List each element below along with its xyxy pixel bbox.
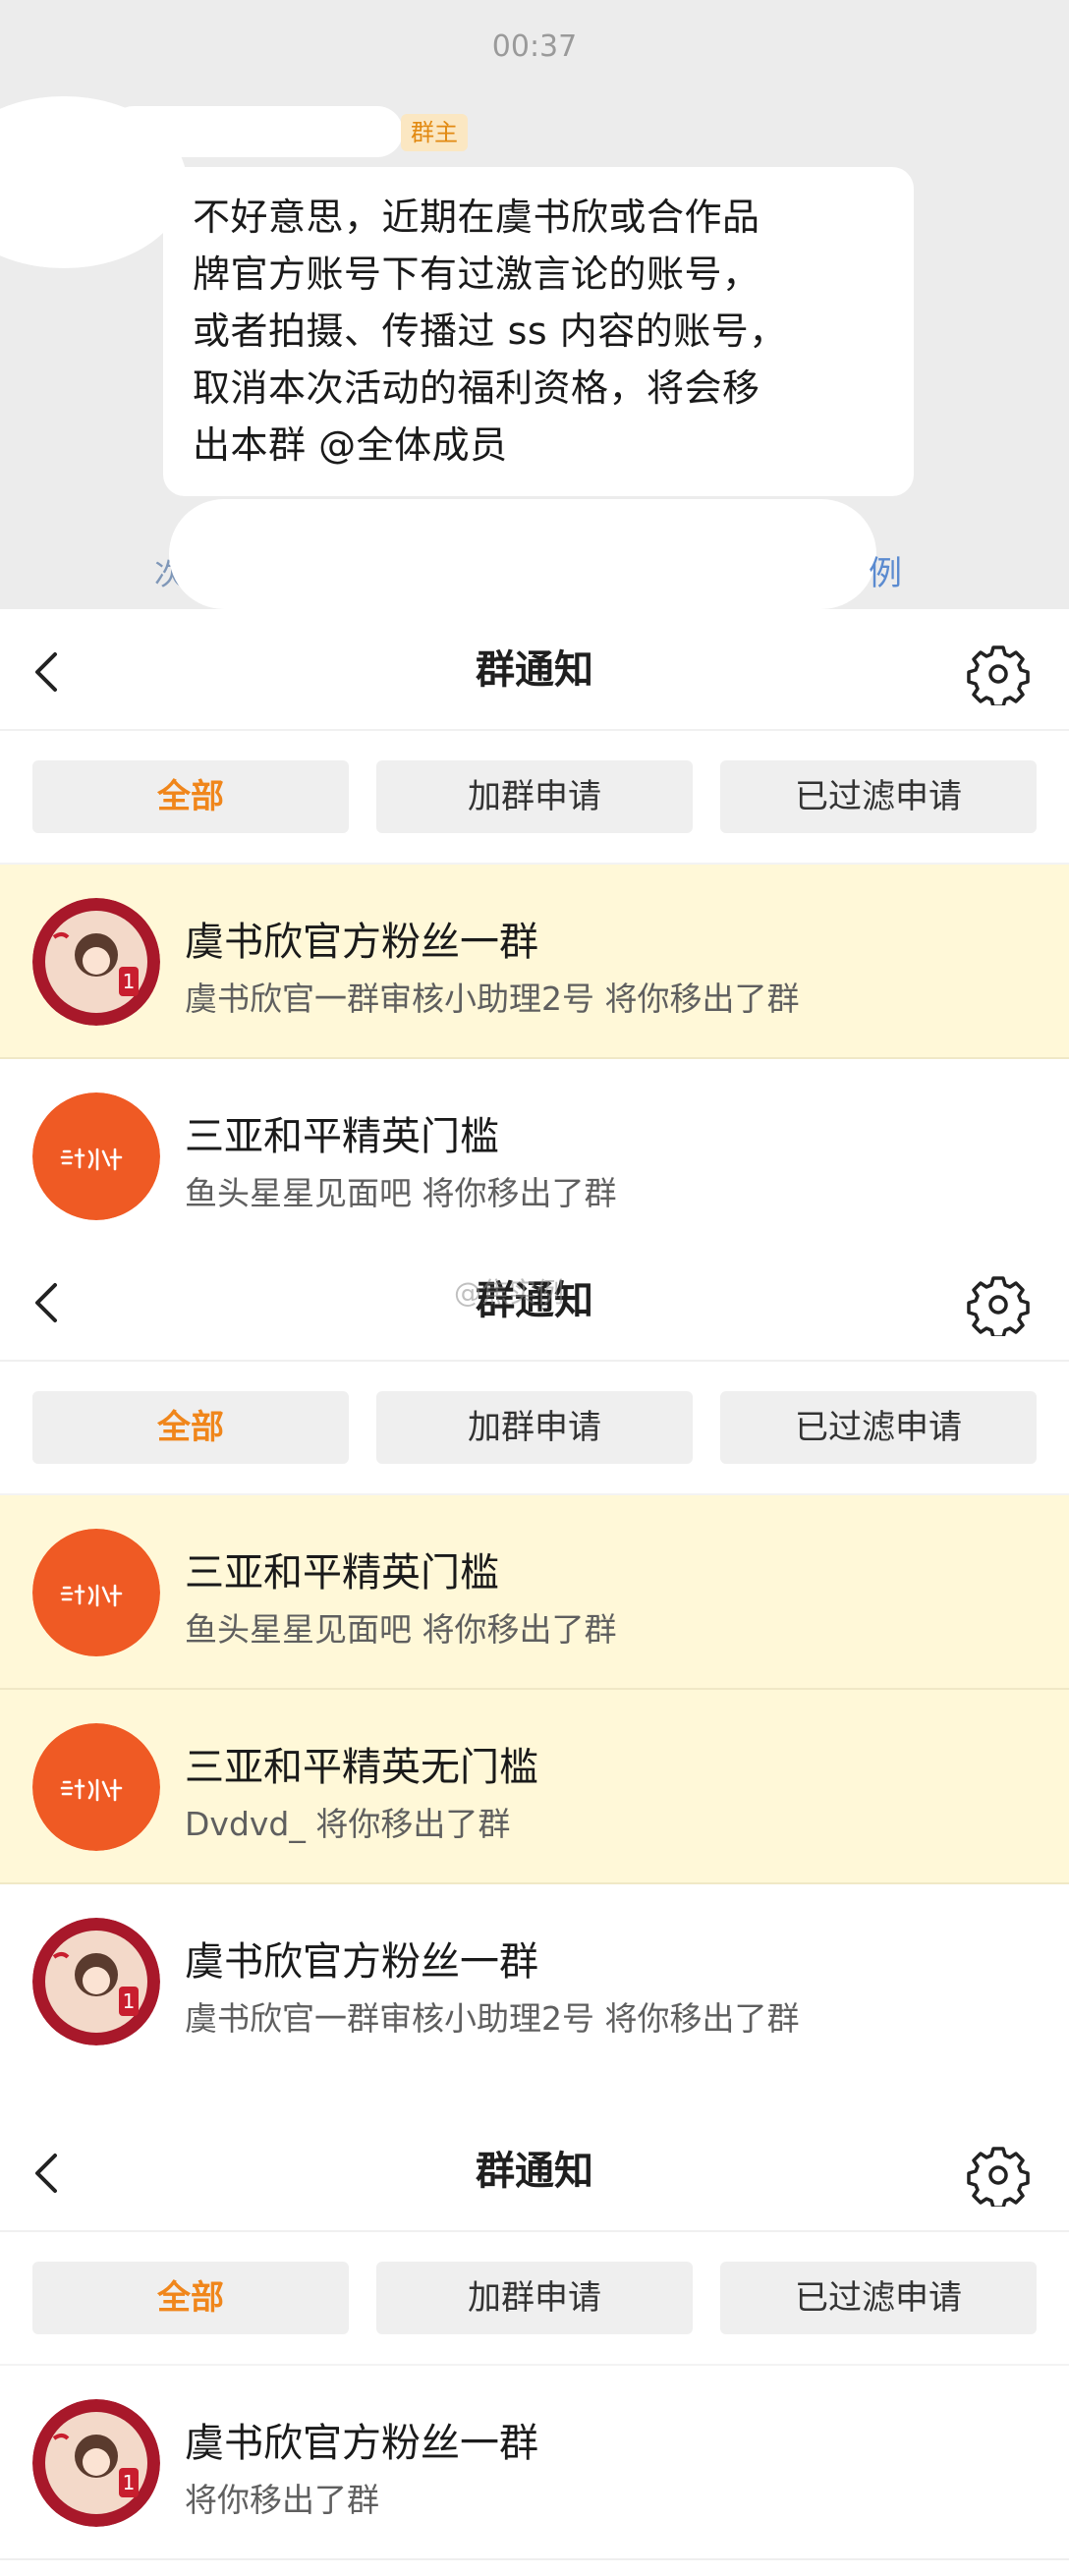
group-name: 虞书欣官方粉丝一群	[185, 2421, 538, 2466]
nav-bar: 群通知	[0, 609, 1069, 731]
page-title: 群通知	[476, 647, 593, 693]
notice-detail: 虞书欣官一群审核小助理2号 将你移出了群	[185, 1999, 800, 2038]
tab-all[interactable]: 全部	[32, 1391, 349, 1464]
yu-avatar-icon: 1	[32, 1918, 160, 2045]
group-name: 三亚和平精英门槛	[185, 1550, 499, 1596]
notice-item[interactable]: 1 虞书欣官方粉丝一群 虞书欣官一群审核小助理2号 将你移出了群	[0, 865, 1069, 1059]
tab-join-requests[interactable]: 加群申请	[376, 760, 693, 833]
notice-item[interactable]: 三亚和平精英门槛 鱼头星星见面吧 将你移出了群	[0, 1059, 1069, 1226]
group-name: 三亚和平精英无门槛	[185, 1745, 538, 1790]
tab-join-requests[interactable]: 加群申请	[376, 1391, 693, 1464]
message-line: 不好意思，近期在虞书欣或合作品	[193, 196, 760, 239]
chat-screen: 00:37 群主 不好意思，近期在虞书欣或合作品 牌官方账号下有过激言论的账号，…	[0, 0, 1069, 609]
back-chevron-icon[interactable]	[24, 2150, 71, 2197]
owner-badge: 群主	[401, 114, 468, 151]
orange-logo-icon	[32, 1092, 160, 1220]
screenshot-collage: 00:37 群主 不好意思，近期在虞书欣或合作品 牌官方账号下有过激言论的账号，…	[0, 0, 1069, 2576]
message-bubble[interactable]: 不好意思，近期在虞书欣或合作品 牌官方账号下有过激言论的账号， 或者拍摄、传播过…	[163, 167, 914, 496]
group-notice-panel-3: 群通知 全部 加群申请 已过滤申请 1 虞书欣官方粉丝一群 将你移出了群	[0, 2110, 1069, 2576]
notice-detail: Dvdvd_ 将你移出了群	[185, 1805, 511, 1843]
back-chevron-icon[interactable]	[24, 1279, 71, 1326]
svg-text:1: 1	[123, 2471, 136, 2494]
back-chevron-icon[interactable]	[24, 648, 71, 696]
message-line: 出本群 @全体成员	[193, 423, 508, 467]
clipped-link-right[interactable]: 例	[869, 546, 902, 594]
group-name: 虞书欣官方粉丝一群	[185, 920, 538, 965]
notice-item[interactable]: 1 虞书欣官方粉丝一群 将你移出了群	[0, 2366, 1069, 2560]
message-line: 或者拍摄、传播过 ss 内容的账号，	[193, 309, 787, 353]
tab-filtered-requests[interactable]: 已过滤申请	[720, 760, 1037, 833]
group-notice-panel-1: 群通知 全部 加群申请 已过滤申请 1 虞书欣官方粉丝一群 虞书欣官一群审核小助…	[0, 609, 1069, 1226]
gear-icon[interactable]	[967, 643, 1030, 705]
nav-bar: 群通知	[0, 2110, 1069, 2232]
group-name: 三亚和平精英门槛	[185, 1114, 499, 1159]
page-title: 群通知	[476, 2149, 593, 2194]
notice-detail: 鱼头星星见面吧 将你移出了群	[185, 1174, 617, 1212]
svg-text:1: 1	[123, 970, 136, 993]
blurred-sender-name	[108, 106, 403, 157]
filter-tabs: 全部 加群申请 已过滤申请	[0, 1362, 1069, 1495]
watermark: @焦实例	[454, 1276, 565, 1309]
yu-avatar-icon: 1	[32, 2399, 160, 2527]
filter-tabs: 全部 加群申请 已过滤申请	[0, 2232, 1069, 2366]
tab-filtered-requests[interactable]: 已过滤申请	[720, 1391, 1037, 1464]
orange-logo-icon	[32, 1529, 160, 1656]
notice-detail: 虞书欣官一群审核小助理2号 将你移出了群	[185, 980, 800, 1018]
blurred-bottom-bar	[169, 499, 876, 609]
group-notice-panel-2: 群通知 全部 加群申请 已过滤申请 三亚和平精英门槛 鱼头星星见面吧 将你移出了…	[0, 1240, 1069, 2063]
notice-detail: 鱼头星星见面吧 将你移出了群	[185, 1610, 617, 1649]
message-line: 取消本次活动的福利资格，将会移	[193, 366, 760, 410]
group-name: 虞书欣官方粉丝一群	[185, 1939, 538, 1985]
orange-logo-icon	[32, 1723, 160, 1851]
tab-all[interactable]: 全部	[32, 760, 349, 833]
tab-all[interactable]: 全部	[32, 2262, 349, 2334]
notice-item[interactable]: 1 虞书欣官方粉丝一群 虞书欣官一群审核小助理2号 将你移出了群	[0, 1884, 1069, 2063]
tab-join-requests[interactable]: 加群申请	[376, 2262, 693, 2334]
notice-item[interactable]: 三亚和平精英门槛 鱼头星星见面吧 将你移出了群	[0, 1495, 1069, 1690]
tab-filtered-requests[interactable]: 已过滤申请	[720, 2262, 1037, 2334]
gear-icon[interactable]	[967, 1273, 1030, 1336]
gear-icon[interactable]	[967, 2144, 1030, 2207]
chat-timestamp: 00:37	[491, 29, 578, 64]
notice-item[interactable]: 三亚和平精英无门槛 Dvdvd_ 将你移出了群	[0, 1690, 1069, 1884]
yu-avatar-icon: 1	[32, 898, 160, 1026]
svg-text:1: 1	[123, 1989, 136, 2013]
notice-detail: 将你移出了群	[185, 2481, 379, 2519]
message-line: 牌官方账号下有过激言论的账号，	[193, 252, 760, 296]
filter-tabs: 全部 加群申请 已过滤申请	[0, 731, 1069, 865]
